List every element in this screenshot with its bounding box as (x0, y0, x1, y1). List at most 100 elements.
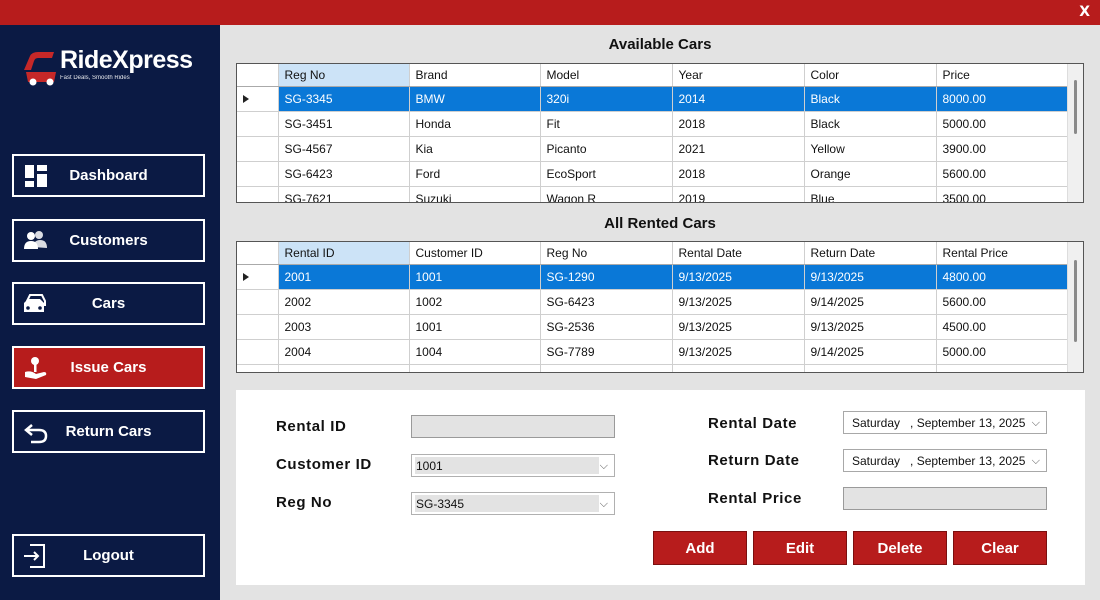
cell[interactable]: 9/13/2025 (672, 339, 805, 365)
available-grid-scrollbar[interactable] (1067, 64, 1083, 202)
add-button[interactable]: Add (653, 531, 747, 565)
cell[interactable]: Yellow (804, 136, 937, 162)
row-header[interactable] (237, 289, 279, 315)
nav-return-cars-button[interactable]: Return Cars (12, 410, 205, 453)
row-header[interactable] (237, 136, 279, 162)
cell[interactable]: 9/14/2025 (804, 339, 937, 365)
customer-id-select[interactable]: 1001 ⌵ (411, 454, 615, 477)
table-row[interactable]: SG-3345 BMW 320i 2014 Black 8000.00 (237, 86, 1069, 112)
cell[interactable]: Wagon R (540, 186, 673, 202)
col-header[interactable]: Year (672, 64, 805, 87)
col-header[interactable]: Customer ID (409, 242, 541, 265)
cell[interactable]: SG-3451 (278, 111, 410, 137)
cell[interactable]: SG-7789 (540, 339, 673, 365)
cell[interactable]: Blue (804, 186, 937, 202)
cell[interactable]: SG-6423 (540, 289, 673, 315)
cell[interactable]: 9/13/2025 (672, 289, 805, 315)
table-row[interactable]: SG-7621 Suzuki Wagon R 2019 Blue 3500.00 (237, 186, 1069, 202)
cell[interactable]: 9/13/2025 (804, 264, 937, 290)
cell[interactable]: EcoSport (540, 161, 673, 187)
close-button[interactable]: X (1079, 4, 1090, 20)
row-header[interactable] (237, 186, 279, 202)
reg-no-select[interactable]: SG-3345 ⌵ (411, 492, 615, 515)
row-header[interactable] (237, 161, 279, 187)
col-header[interactable]: Reg No (540, 242, 673, 265)
cell[interactable]: 5600.00 (936, 289, 1069, 315)
rental-id-field[interactable] (411, 415, 615, 438)
nav-customers-button[interactable]: Customers (12, 219, 205, 262)
table-row[interactable]: 2001 1001 SG-1290 9/13/2025 9/13/2025 48… (237, 264, 1069, 290)
cell[interactable]: 320i (540, 86, 673, 112)
col-header[interactable]: Model (540, 64, 673, 87)
logout-button[interactable]: Logout (12, 534, 205, 577)
cell[interactable]: 8000.00 (936, 86, 1069, 112)
cell[interactable]: SG-4567 (278, 136, 410, 162)
cell[interactable]: 9/14/2025 (804, 289, 937, 315)
cell[interactable]: BMW (409, 86, 541, 112)
return-date-picker[interactable]: Saturday , September 13, 2025 ⌵ (843, 449, 1047, 472)
nav-cars-button[interactable]: Cars (12, 282, 205, 325)
col-header[interactable]: Color (804, 64, 937, 87)
cell[interactable]: Honda (409, 111, 541, 137)
col-header[interactable]: Return Date (804, 242, 937, 265)
row-header[interactable] (237, 314, 279, 340)
col-header[interactable]: Rental Date (672, 242, 805, 265)
cell[interactable]: SG-6423 (278, 161, 410, 187)
col-header[interactable]: Price (936, 64, 1069, 87)
cell[interactable]: 2018 (672, 161, 805, 187)
row-header[interactable] (237, 111, 279, 137)
cell[interactable]: 4800.00 (936, 264, 1069, 290)
table-row[interactable]: SG-4567 Kia Picanto 2021 Yellow 3900.00 (237, 136, 1069, 162)
edit-button[interactable]: Edit (753, 531, 847, 565)
rental-price-field[interactable] (843, 487, 1047, 510)
cell[interactable]: Kia (409, 136, 541, 162)
row-header[interactable] (237, 364, 279, 372)
cell[interactable]: 2021 (672, 136, 805, 162)
table-row[interactable]: 2002 1002 SG-6423 9/13/2025 9/14/2025 56… (237, 289, 1069, 315)
table-row[interactable]: SG-3451 Honda Fit 2018 Black 5000.00 (237, 111, 1069, 137)
table-row[interactable]: SG-6423 Ford EcoSport 2018 Orange 5600.0… (237, 161, 1069, 187)
cell[interactable]: Ford (409, 161, 541, 187)
cell[interactable]: 4500.00 (936, 314, 1069, 340)
col-header[interactable]: Brand (409, 64, 541, 87)
cell[interactable]: SG-3345 (278, 86, 410, 112)
table-row[interactable]: 2004 1004 SG-7789 9/13/2025 9/14/2025 50… (237, 339, 1069, 365)
cell[interactable]: 2019 (672, 186, 805, 202)
cell[interactable]: 3900.00 (936, 136, 1069, 162)
available-cars-grid[interactable]: Reg No Brand Model Year Color Price SG-3… (236, 63, 1084, 203)
clear-button[interactable]: Clear (953, 531, 1047, 565)
cell[interactable]: Black (804, 111, 937, 137)
cell[interactable]: 3500.00 (936, 186, 1069, 202)
cell[interactable]: Orange (804, 161, 937, 187)
nav-issue-cars-button[interactable]: Issue Cars (12, 346, 205, 389)
delete-button[interactable]: Delete (853, 531, 947, 565)
nav-dashboard-button[interactable]: Dashboard (12, 154, 205, 197)
cell[interactable]: 2014 (672, 86, 805, 112)
cell[interactable]: Picanto (540, 136, 673, 162)
col-header[interactable]: Reg No (278, 64, 410, 87)
cell[interactable]: 5600.00 (936, 161, 1069, 187)
cell[interactable]: Fit (540, 111, 673, 137)
cell[interactable]: 1001 (409, 264, 541, 290)
cell[interactable]: 2003 (278, 314, 410, 340)
cell[interactable]: Black (804, 86, 937, 112)
rented-cars-grid[interactable]: Rental ID Customer ID Reg No Rental Date… (236, 241, 1084, 373)
cell[interactable]: 2002 (278, 289, 410, 315)
cell[interactable]: 1001 (409, 314, 541, 340)
cell[interactable]: 2004 (278, 339, 410, 365)
row-header[interactable] (237, 339, 279, 365)
cell[interactable]: SG-7621 (278, 186, 410, 202)
cell[interactable]: 9/13/2025 (672, 264, 805, 290)
rented-grid-scrollbar[interactable] (1067, 242, 1083, 372)
cell[interactable]: SG-1290 (540, 264, 673, 290)
cell[interactable]: Suzuki (409, 186, 541, 202)
rental-date-picker[interactable]: Saturday , September 13, 2025 ⌵ (843, 411, 1047, 434)
table-row[interactable] (237, 364, 1069, 372)
scrollbar-thumb[interactable] (1074, 80, 1077, 134)
col-header[interactable]: Rental ID (278, 242, 410, 265)
cell[interactable]: SG-2536 (540, 314, 673, 340)
cell[interactable]: 1002 (409, 289, 541, 315)
cell[interactable]: 5000.00 (936, 111, 1069, 137)
cell[interactable]: 2001 (278, 264, 410, 290)
cell[interactable]: 9/13/2025 (672, 314, 805, 340)
